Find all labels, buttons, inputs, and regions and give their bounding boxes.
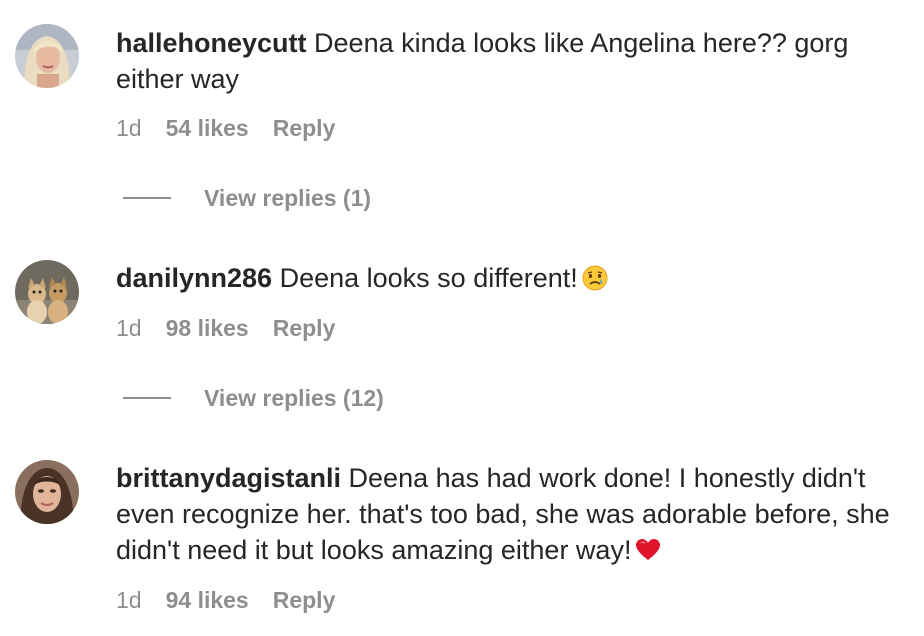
avatar[interactable] xyxy=(15,24,79,88)
view-replies-button[interactable]: View replies (1) xyxy=(123,184,371,212)
reply-button[interactable]: Reply xyxy=(273,314,336,342)
comment-username[interactable]: danilynn286 xyxy=(116,263,272,293)
comment-meta: 1d 54 likes Reply xyxy=(116,114,335,142)
avatar[interactable] xyxy=(15,460,79,524)
replies-divider-line xyxy=(123,396,171,399)
comment-text: brittanydagistanli Deena has had work do… xyxy=(116,460,906,568)
view-replies-label: View replies (12) xyxy=(204,385,384,411)
reply-button[interactable]: Reply xyxy=(273,586,336,614)
view-replies-label: View replies (1) xyxy=(204,185,372,211)
comment-time[interactable]: 1d xyxy=(116,314,142,342)
comment-likes[interactable]: 94 likes xyxy=(166,586,249,614)
avatar-brunette-woman-icon xyxy=(15,460,79,524)
comment-meta: 1d 98 likes Reply xyxy=(116,314,335,342)
comment-time[interactable]: 1d xyxy=(116,114,142,142)
comment-username[interactable]: brittanydagistanli xyxy=(116,463,341,493)
red-heart-icon xyxy=(635,537,661,563)
reply-button[interactable]: Reply xyxy=(273,114,336,142)
avatar[interactable] xyxy=(15,260,79,324)
replies-divider-line xyxy=(123,196,171,199)
avatar-blonde-woman-icon xyxy=(15,24,79,88)
comment-likes[interactable]: 98 likes xyxy=(166,314,249,342)
comment-text: danilynn286 Deena looks so different! xyxy=(116,260,906,296)
comment-meta: 1d 94 likes Reply xyxy=(116,586,335,614)
crying-face-icon xyxy=(582,265,608,291)
comment-time[interactable]: 1d xyxy=(116,586,142,614)
comment-text: hallehoneycutt Deena kinda looks like An… xyxy=(116,25,906,97)
view-replies-button[interactable]: View replies (12) xyxy=(123,384,384,412)
avatar-two-dogs-icon xyxy=(15,260,79,324)
comment-likes[interactable]: 54 likes xyxy=(166,114,249,142)
comment-body: Deena looks so different! xyxy=(279,263,578,293)
comment-username[interactable]: hallehoneycutt xyxy=(116,28,307,58)
